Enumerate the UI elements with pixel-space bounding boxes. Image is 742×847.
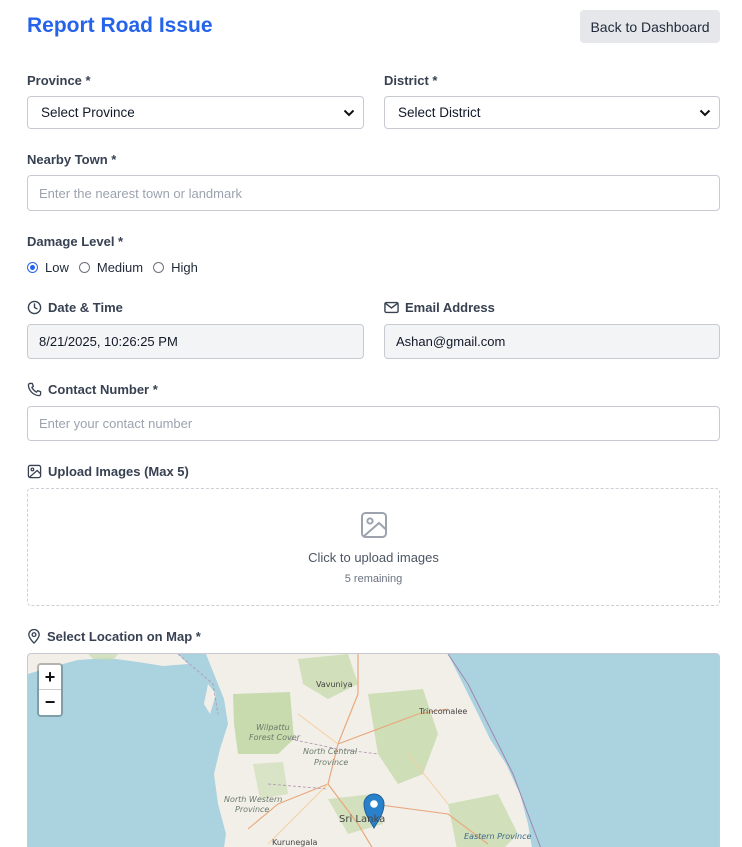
location-map[interactable]: Vavuniya Trincomalee Wilpattu Forest Cov… <box>27 653 720 847</box>
contact-number-input[interactable]: Enter your contact number <box>27 406 720 441</box>
map-place-label: Province <box>235 805 270 814</box>
damage-radio-low[interactable]: Low <box>27 260 69 275</box>
damage-option-label: Low <box>45 260 69 275</box>
map-label: Select Location on Map * <box>27 629 201 644</box>
damage-level-label: Damage Level * <box>27 234 124 249</box>
damage-option-label: Medium <box>96 260 144 275</box>
upload-label: Upload Images (Max 5) <box>27 464 189 479</box>
zoom-in-button[interactable]: + <box>39 665 61 690</box>
email-label: Email Address <box>384 300 495 315</box>
mail-icon <box>384 301 399 314</box>
district-label: District * <box>384 73 438 88</box>
map-place-label: Vavuniya <box>316 680 353 689</box>
map-place-label: Trincomalee <box>419 707 468 716</box>
date-time-field: 8/21/2025, 10:26:25 PM <box>27 324 364 359</box>
chevron-down-icon <box>699 105 711 120</box>
contact-label-text: Contact Number * <box>48 382 158 397</box>
image-placeholder-icon <box>360 511 388 544</box>
radio-unchecked-icon <box>78 262 90 273</box>
map-pin-icon <box>27 629 41 644</box>
back-to-dashboard-button[interactable]: Back to Dashboard <box>580 10 720 43</box>
radio-unchecked-icon <box>153 262 165 273</box>
map-place-label: North Central <box>303 747 358 756</box>
chevron-down-icon <box>343 105 355 120</box>
upload-instruction: Click to upload images <box>308 550 439 565</box>
province-label: Province * <box>27 73 91 88</box>
map-label-text: Select Location on Map * <box>47 629 201 644</box>
map-place-label: North Western <box>224 795 283 804</box>
damage-level-group: Low Medium High <box>27 260 208 275</box>
clock-icon <box>27 300 42 315</box>
email-label-text: Email Address <box>405 300 495 315</box>
date-time-label-text: Date & Time <box>48 300 123 315</box>
radio-checked-icon <box>27 262 38 273</box>
image-icon <box>27 464 42 479</box>
date-time-label: Date & Time <box>27 300 123 315</box>
map-place-label: Kurunegala <box>272 838 318 847</box>
map-place-label: Eastern Province <box>464 832 532 841</box>
email-field: Ashan@gmail.com <box>384 324 720 359</box>
damage-radio-medium[interactable]: Medium <box>78 260 144 275</box>
page-title: Report Road Issue <box>27 14 213 37</box>
damage-option-label: High <box>171 260 198 275</box>
province-select[interactable]: Select Province <box>27 96 364 129</box>
province-select-value: Select Province <box>41 105 135 120</box>
upload-label-text: Upload Images (Max 5) <box>48 464 189 479</box>
map-place-label: Forest Cover <box>249 733 300 742</box>
nearby-town-input[interactable]: Enter the nearest town or landmark <box>27 175 720 211</box>
damage-radio-high[interactable]: High <box>153 260 198 275</box>
upload-remaining-count: 5 remaining <box>344 573 403 585</box>
map-place-label: Province <box>314 758 349 767</box>
map-zoom-control: + − <box>37 663 63 717</box>
map-country-label: Sri Lanka <box>339 814 386 825</box>
image-upload-dropzone[interactable]: Click to upload images 5 remaining <box>27 488 720 606</box>
zoom-out-button[interactable]: − <box>39 690 61 715</box>
district-select[interactable]: Select District <box>384 96 720 129</box>
contact-label: Contact Number * <box>27 382 158 397</box>
map-place-label: Wilpattu <box>256 723 290 732</box>
district-select-value: Select District <box>398 105 481 120</box>
phone-icon <box>27 382 42 397</box>
nearby-town-label: Nearby Town * <box>27 152 117 167</box>
